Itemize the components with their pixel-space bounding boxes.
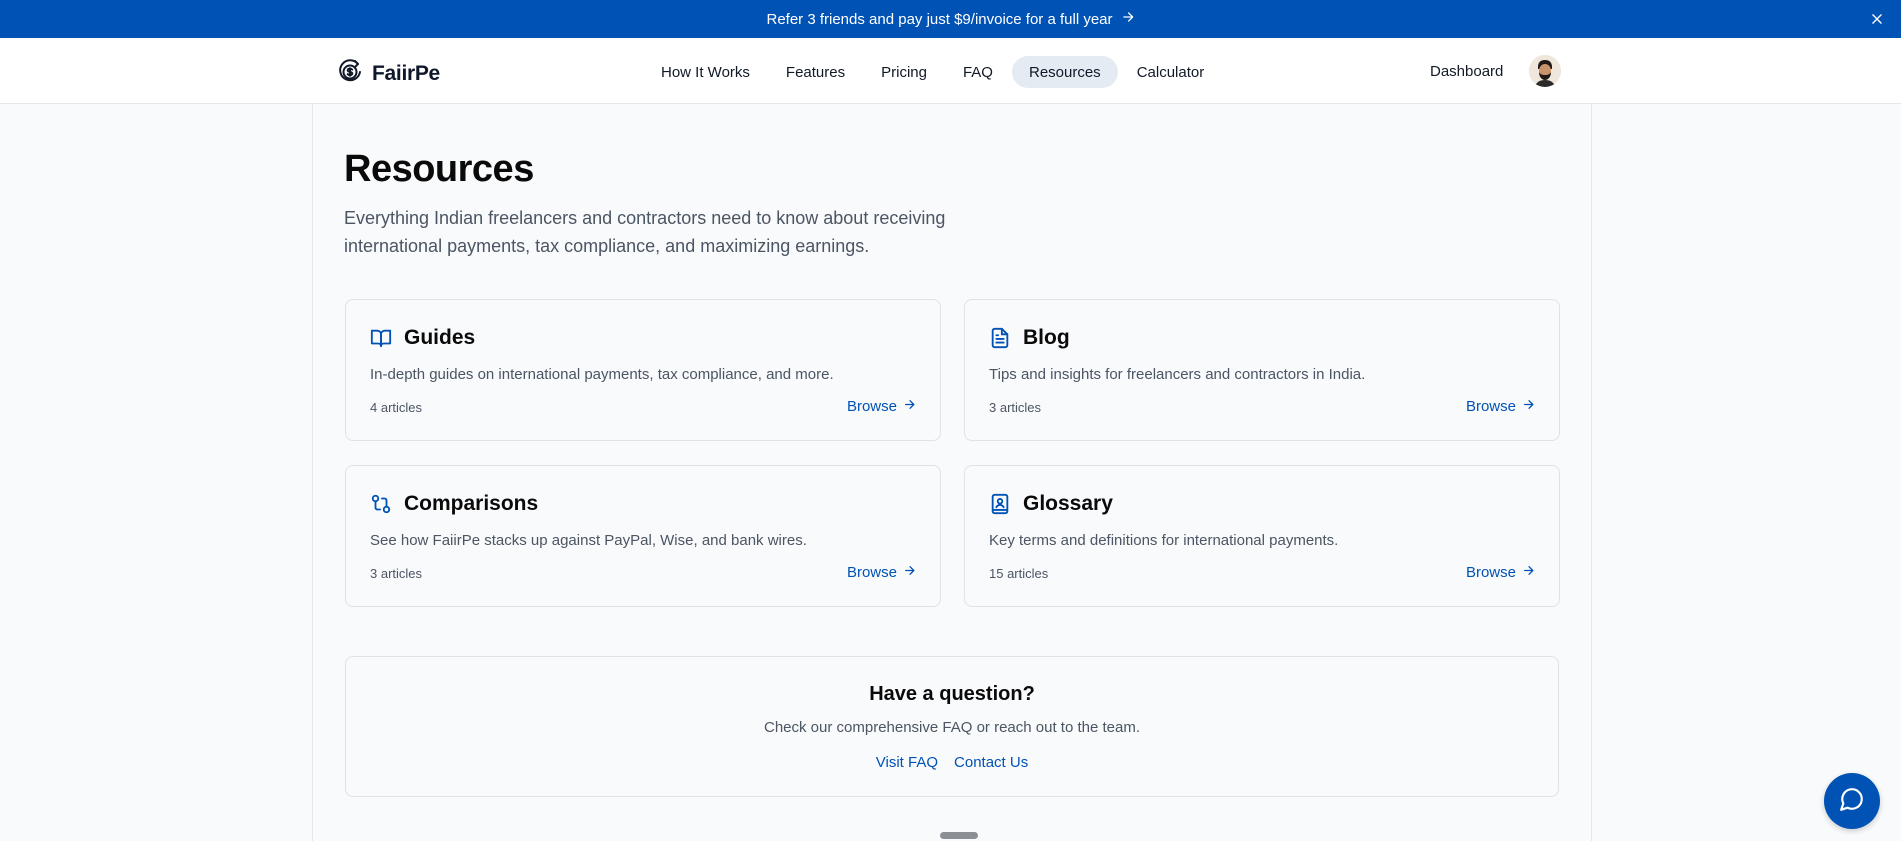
nav-resources[interactable]: Resources <box>1011 56 1118 88</box>
arrow-right-icon <box>903 564 916 581</box>
contact-us-link[interactable]: Contact Us <box>954 754 1028 771</box>
nav-faq[interactable]: FAQ <box>946 56 1010 88</box>
book-user-icon <box>989 493 1011 515</box>
card-header: Guides <box>370 326 475 350</box>
card-description: Tips and insights for freelancers and co… <box>989 366 1366 383</box>
question-box: Have a question? Check our comprehensive… <box>345 656 1559 797</box>
browse-label: Browse <box>846 398 897 415</box>
arrow-right-icon <box>903 398 916 415</box>
book-open-icon <box>370 327 392 349</box>
nav-how-it-works[interactable]: How It Works <box>644 56 767 88</box>
user-avatar[interactable] <box>1529 55 1562 87</box>
card-description: Key terms and definitions for internatio… <box>989 532 1339 549</box>
browse-glossary-link[interactable]: Browse <box>1466 564 1535 581</box>
question-description: Check our comprehensive FAQ or reach out… <box>763 719 1141 736</box>
card-description: In-depth guides on international payment… <box>370 366 834 383</box>
card-article-count: 3 articles <box>370 566 423 581</box>
promo-banner-link[interactable]: Refer 3 friends and pay just $9/invoice … <box>766 10 1134 28</box>
chat-button[interactable] <box>1824 773 1880 829</box>
top-navbar: FaiirPe How It Works Features Pricing FA… <box>0 38 1901 104</box>
card-article-count: 15 articles <box>989 566 1049 581</box>
nav-right: Dashboard <box>1430 55 1562 87</box>
browse-guides-link[interactable]: Browse <box>847 398 916 415</box>
nav-features[interactable]: Features <box>769 56 862 88</box>
arrow-right-icon <box>1522 564 1535 581</box>
visit-faq-link[interactable]: Visit FAQ <box>876 754 938 771</box>
browse-label: Browse <box>1465 564 1516 581</box>
question-links: Visit FAQ Contact Us <box>346 754 1558 771</box>
promo-banner: Refer 3 friends and pay just $9/invoice … <box>0 0 1901 38</box>
card-header: Comparisons <box>370 492 538 516</box>
main-nav: How It Works Features Pricing FAQ Resour… <box>644 56 1221 88</box>
card-article-count: 3 articles <box>989 400 1042 415</box>
circular-rupee-coin-icon <box>336 56 364 91</box>
chat-bubble-icon <box>1839 786 1865 817</box>
promo-banner-text: Refer 3 friends and pay just $9/invoice … <box>766 10 1113 28</box>
page-title: Resources <box>344 148 534 190</box>
scroll-handle[interactable] <box>940 832 978 839</box>
brand-logo-link[interactable]: FaiirPe <box>336 56 440 91</box>
browse-label: Browse <box>1465 398 1516 415</box>
arrow-right-icon <box>1522 398 1535 415</box>
card-description: See how FaiirPe stacks up against PayPal… <box>370 532 807 549</box>
card-title: Glossary <box>1023 492 1113 515</box>
card-header: Glossary <box>989 492 1113 516</box>
resource-card-blog[interactable]: Blog Tips and insights for freelancers a… <box>964 299 1560 441</box>
dashboard-link[interactable]: Dashboard <box>1430 63 1503 80</box>
question-title: Have a question? <box>869 683 1035 705</box>
card-title: Blog <box>1023 326 1070 349</box>
git-compare-icon <box>370 493 392 515</box>
resource-card-glossary[interactable]: Glossary Key terms and definitions for i… <box>964 465 1560 607</box>
page-subtitle: Everything Indian freelancers and contra… <box>344 208 946 256</box>
nav-calculator[interactable]: Calculator <box>1120 56 1222 88</box>
card-title: Comparisons <box>404 492 539 515</box>
resource-card-comparisons[interactable]: Comparisons See how FaiirPe stacks up ag… <box>345 465 941 607</box>
file-text-icon <box>989 327 1011 349</box>
card-article-count: 4 articles <box>370 400 423 415</box>
browse-comparisons-link[interactable]: Browse <box>847 564 916 581</box>
card-header: Blog <box>989 326 1070 350</box>
card-title: Guides <box>404 326 476 349</box>
browse-blog-link[interactable]: Browse <box>1466 398 1535 415</box>
nav-pricing[interactable]: Pricing <box>864 56 944 88</box>
brand-name: FaiirPe <box>372 61 440 85</box>
close-icon[interactable] <box>1867 9 1887 29</box>
browse-label: Browse <box>846 564 897 581</box>
arrow-right-icon <box>1121 10 1135 28</box>
resource-card-guides[interactable]: Guides In-depth guides on international … <box>345 299 941 441</box>
